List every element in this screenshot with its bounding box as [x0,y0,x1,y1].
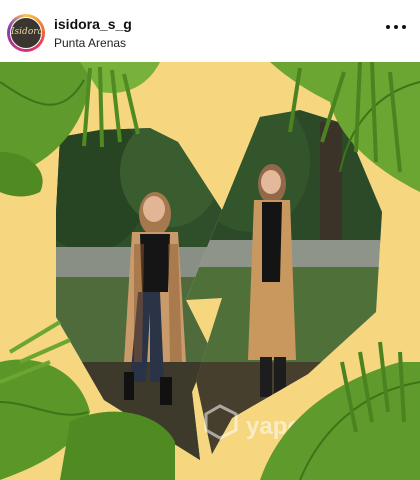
username[interactable]: isidora_s_g [54,16,132,32]
post-header: Isidora isidora_s_g Punta Arenas [0,0,420,62]
avatar-logo: Isidora [11,27,43,37]
location[interactable]: Punta Arenas [54,36,126,50]
more-options-icon[interactable] [384,20,408,34]
avatar-image: Isidora [10,17,43,49]
avatar[interactable]: Isidora [7,14,45,52]
post-image[interactable]: yapo [0,62,420,480]
